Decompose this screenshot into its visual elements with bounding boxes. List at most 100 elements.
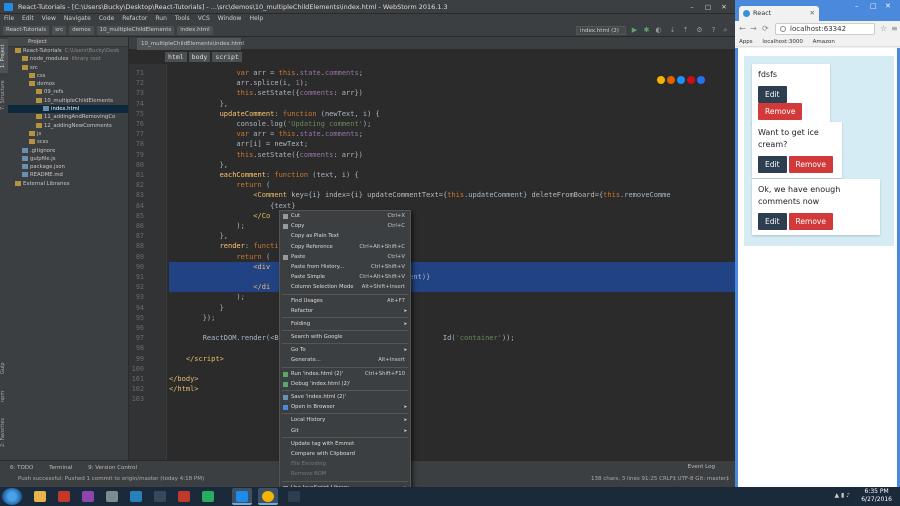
- menu-item-go-to[interactable]: Go To ▸: [280, 345, 410, 355]
- menu-edit[interactable]: Edit: [22, 15, 34, 22]
- menu-item-paste[interactable]: Paste Ctrl+V: [280, 252, 410, 262]
- project-view-select[interactable]: Project: [28, 39, 47, 45]
- menu-item-column-selection-mode[interactable]: Column Selection Mode Alt+Shift+Insert: [280, 282, 410, 292]
- nav-crumb[interactable]: React-Tutorials: [3, 26, 50, 35]
- tree-item[interactable]: gulpfile.js: [8, 155, 128, 163]
- menu-item-paste-from-history[interactable]: Paste from History... Ctrl+Shift+V: [280, 262, 410, 272]
- edit-button[interactable]: Edit: [758, 213, 787, 230]
- terminal-tab[interactable]: Terminal: [49, 465, 72, 471]
- opera-icon[interactable]: [687, 76, 695, 84]
- remove-button[interactable]: Remove: [788, 213, 833, 230]
- back-icon[interactable]: ←: [739, 24, 746, 33]
- nav-crumb[interactable]: demos: [69, 26, 94, 35]
- firefox-icon[interactable]: [667, 76, 675, 84]
- tree-item[interactable]: External Libraries: [8, 180, 128, 188]
- todo-tab[interactable]: 6: TODO: [10, 465, 33, 471]
- tree-item[interactable]: README.md: [8, 171, 128, 179]
- menu-run[interactable]: Run: [155, 15, 167, 22]
- menu-refactor[interactable]: Refactor: [122, 15, 147, 22]
- close-icon[interactable]: ✕: [885, 2, 891, 10]
- menu-code[interactable]: Code: [99, 15, 114, 22]
- menu-item-save-index-html-2[interactable]: Save 'index.html (2)': [280, 392, 410, 402]
- code-line[interactable]: s.eachComment)}: [169, 272, 735, 283]
- menu-item-git[interactable]: Git ▸: [280, 426, 410, 436]
- settings-icon[interactable]: ⚙: [695, 26, 704, 35]
- tree-item[interactable]: index.html: [8, 105, 128, 114]
- chrome-icon[interactable]: [657, 76, 665, 84]
- code-line[interactable]: },: [169, 231, 228, 241]
- menu-item-local-history[interactable]: Local History ▸: [280, 415, 410, 425]
- run-config-select[interactable]: index.html (2): [576, 26, 626, 35]
- code-line[interactable]: arr.splice(i, 1);: [169, 78, 308, 88]
- tree-item[interactable]: 09_refs: [8, 88, 128, 96]
- ide-titlebar[interactable]: React-Tutorials - [C:\Users\Bucky\Deskto…: [0, 0, 735, 14]
- code-line[interactable]: var arr = this.state.comments;: [169, 129, 362, 139]
- tree-item[interactable]: React-Tutorials C:\Users\Bucky\Desk: [8, 47, 128, 55]
- maximize-icon[interactable]: □: [700, 0, 716, 14]
- code-line[interactable]: </Co: [169, 211, 270, 221]
- code-line[interactable]: </html>: [169, 384, 199, 394]
- tree-item[interactable]: src: [8, 64, 128, 72]
- bookmark-amazon[interactable]: Amazon: [813, 39, 835, 45]
- menu-item-copy-as-plain-text[interactable]: Copy as Plain Text: [280, 231, 410, 241]
- system-tray-icons[interactable]: ▲ ▮ ♪: [834, 492, 850, 499]
- chrome-taskbar-icon[interactable]: [258, 488, 278, 505]
- tree-item[interactable]: css: [8, 72, 128, 80]
- forward-icon[interactable]: →: [750, 24, 757, 33]
- menu-view[interactable]: View: [42, 15, 56, 22]
- code-line[interactable]: <Comment key={i} index={i} updateComment…: [169, 190, 670, 200]
- tree-item[interactable]: demos: [8, 80, 128, 88]
- menu-item-copy-reference[interactable]: Copy Reference Ctrl+Alt+Shift+C: [280, 242, 410, 252]
- start-button[interactable]: [2, 488, 22, 505]
- project-tool-tab[interactable]: 1: Project: [0, 39, 8, 73]
- photoshop-taskbar-icon[interactable]: [198, 488, 218, 505]
- nav-crumb[interactable]: 10_multipleChildElements: [96, 26, 175, 35]
- app-taskbar-icon[interactable]: [126, 488, 146, 505]
- code-line[interactable]: this.setState({comments: arr}): [169, 150, 362, 160]
- ie-icon[interactable]: [697, 76, 705, 84]
- bookmark-localhost[interactable]: localhost:3000: [762, 39, 803, 45]
- project-panel-header[interactable]: Project: [8, 37, 128, 47]
- code-line[interactable]: );: [169, 221, 244, 231]
- editor-tab-index-html[interactable]: 10_multipleChildElements\index.html: [137, 38, 244, 50]
- menu-navigate[interactable]: Navigate: [64, 15, 91, 22]
- nav-crumb[interactable]: index.html: [177, 26, 213, 35]
- code-line[interactable]: <div: [169, 261, 735, 272]
- code-line[interactable]: eachComment: function (text, i) {: [169, 170, 359, 180]
- tag-crumb-html[interactable]: html: [165, 52, 187, 62]
- npm-tool-tab[interactable]: npm: [0, 387, 8, 405]
- tree-item[interactable]: scss: [8, 138, 128, 146]
- edit-button[interactable]: Edit: [758, 86, 787, 103]
- close-icon[interactable]: ✕: [716, 0, 732, 14]
- terminal-taskbar-icon[interactable]: [284, 488, 304, 505]
- maximize-icon[interactable]: □: [870, 2, 877, 10]
- menu-help[interactable]: Help: [249, 15, 263, 22]
- menu-window[interactable]: Window: [218, 15, 242, 22]
- code-line[interactable]: return (: [169, 252, 270, 262]
- code-line[interactable]: var arr = this.state.comments;: [169, 68, 362, 78]
- tree-item[interactable]: package.json: [8, 163, 128, 171]
- safari-icon[interactable]: [677, 76, 685, 84]
- code-line[interactable]: </di: [169, 282, 735, 293]
- menu-item-refactor[interactable]: Refactor ▸: [280, 306, 410, 316]
- menu-item-cut[interactable]: Cut Ctrl+X: [280, 211, 410, 221]
- page-info-icon[interactable]: [780, 26, 786, 32]
- menu-item-run-index-html-2[interactable]: Run 'index.html (2)' Ctrl+Shift+F10: [280, 369, 410, 379]
- menu-item-open-in-browser[interactable]: Open in Browser ▸: [280, 402, 410, 412]
- close-tab-icon[interactable]: ✕: [810, 6, 815, 21]
- bookmark-star-icon[interactable]: ☆: [880, 24, 887, 33]
- code-line[interactable]: updateComment: function (newText, i) {: [169, 109, 380, 119]
- tree-item[interactable]: 12_addingNewComments: [8, 122, 128, 130]
- code-line[interactable]: });: [169, 313, 216, 323]
- menu-item-generate[interactable]: Generate... Alt+Insert: [280, 355, 410, 365]
- tree-item[interactable]: 10_multipleChildElements: [8, 97, 128, 105]
- minimize-icon[interactable]: –: [855, 2, 859, 10]
- menu-item-debug-index-html-2[interactable]: Debug 'index.html (2)': [280, 379, 410, 389]
- code-line[interactable]: </script>: [169, 354, 224, 364]
- menu-vcs[interactable]: VCS: [198, 15, 210, 22]
- browser-tab-react[interactable]: React ✕: [739, 6, 819, 21]
- menu-item-paste-simple[interactable]: Paste Simple Ctrl+Alt+Shift+V: [280, 272, 410, 282]
- menu-item-compare-with-clipboard[interactable]: Compare with Clipboard: [280, 449, 410, 459]
- code-line[interactable]: arr[i] = newText;: [169, 139, 308, 149]
- media-taskbar-icon[interactable]: [54, 488, 74, 505]
